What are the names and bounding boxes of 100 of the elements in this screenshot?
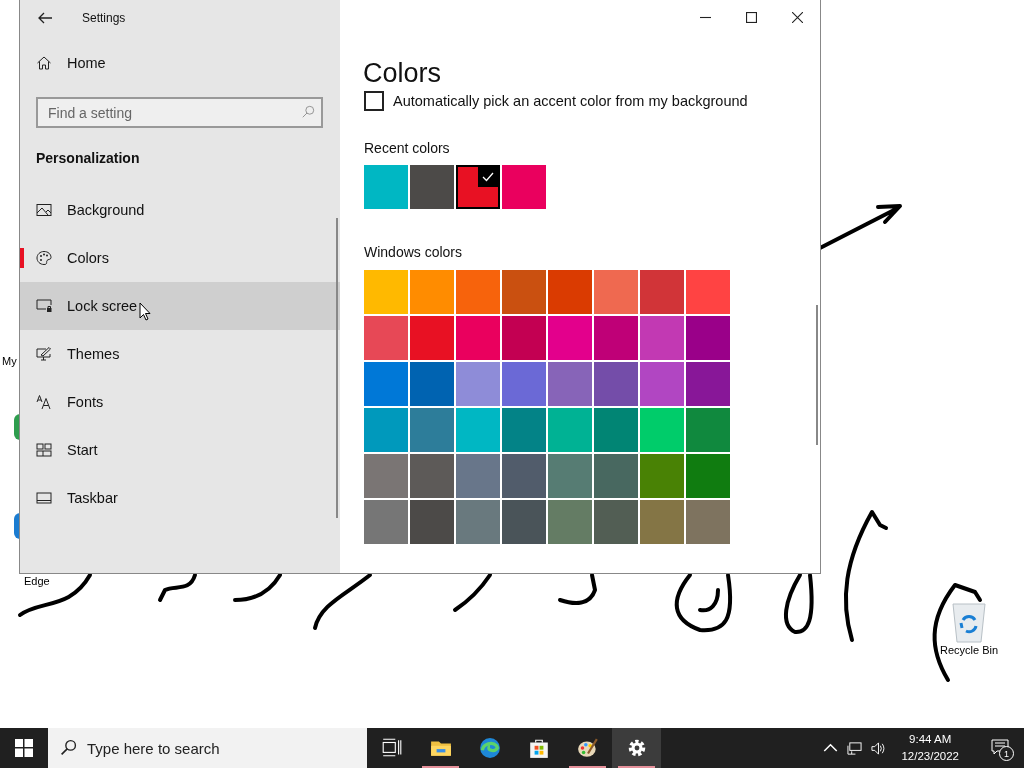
color-swatch[interactable] bbox=[594, 408, 638, 452]
scrollbar[interactable] bbox=[816, 305, 818, 445]
color-swatch[interactable] bbox=[364, 408, 408, 452]
color-swatch[interactable] bbox=[594, 270, 638, 314]
color-swatch[interactable] bbox=[502, 270, 546, 314]
color-swatch[interactable] bbox=[640, 500, 684, 544]
message-icon bbox=[991, 739, 1009, 757]
color-swatch[interactable] bbox=[502, 362, 546, 406]
color-swatch[interactable] bbox=[502, 454, 546, 498]
font-icon bbox=[36, 394, 52, 410]
color-swatch[interactable] bbox=[548, 316, 592, 360]
color-swatch[interactable] bbox=[456, 316, 500, 360]
color-swatch[interactable] bbox=[456, 454, 500, 498]
color-swatch[interactable] bbox=[364, 454, 408, 498]
color-swatch[interactable] bbox=[502, 408, 546, 452]
home-link[interactable]: Home bbox=[20, 39, 340, 87]
desktop-icon-label[interactable]: Recycle Bin bbox=[940, 644, 999, 657]
color-swatch[interactable] bbox=[640, 270, 684, 314]
color-swatch[interactable] bbox=[410, 316, 454, 360]
color-swatch[interactable] bbox=[502, 165, 546, 209]
clock[interactable]: 9:44 AM 12/23/2022 bbox=[895, 731, 965, 765]
monitor-brush-icon bbox=[36, 346, 52, 362]
date-text: 12/23/2022 bbox=[901, 749, 959, 764]
time-text: 9:44 AM bbox=[909, 732, 952, 747]
color-swatch[interactable] bbox=[594, 362, 638, 406]
palette-brush-icon bbox=[576, 737, 599, 759]
color-swatch[interactable] bbox=[548, 500, 592, 544]
running-indicator bbox=[422, 766, 459, 768]
speaker-icon[interactable] bbox=[871, 740, 887, 756]
checkbox[interactable] bbox=[364, 91, 384, 111]
color-swatch[interactable] bbox=[456, 408, 500, 452]
home-icon bbox=[36, 55, 52, 71]
app-icon[interactable] bbox=[14, 513, 20, 539]
close-icon bbox=[791, 11, 803, 23]
color-swatch[interactable] bbox=[686, 270, 730, 314]
color-swatch[interactable] bbox=[548, 362, 592, 406]
color-swatch[interactable] bbox=[548, 408, 592, 452]
color-swatch[interactable] bbox=[456, 270, 500, 314]
window-title: Settings bbox=[82, 10, 126, 25]
checkmark-icon bbox=[478, 167, 498, 187]
color-swatch[interactable] bbox=[456, 362, 500, 406]
color-swatch[interactable] bbox=[594, 500, 638, 544]
sidebar-item[interactable]: Themes bbox=[20, 330, 340, 378]
color-swatch[interactable] bbox=[594, 454, 638, 498]
search-field[interactable]: Find a setting bbox=[36, 97, 323, 128]
color-swatch[interactable] bbox=[502, 500, 546, 544]
color-swatch[interactable] bbox=[594, 316, 638, 360]
color-swatch[interactable] bbox=[686, 362, 730, 406]
color-swatch[interactable] bbox=[456, 165, 500, 209]
color-swatch[interactable] bbox=[410, 362, 454, 406]
color-swatch[interactable] bbox=[640, 362, 684, 406]
sidebar-item[interactable]: Lock scree bbox=[20, 282, 340, 330]
network-icon[interactable] bbox=[847, 740, 863, 756]
sidebar-item[interactable]: Background bbox=[20, 186, 340, 234]
checkbox-label[interactable]: Automatically pick an accent color from my background bbox=[393, 93, 748, 109]
color-swatch[interactable] bbox=[364, 500, 408, 544]
color-swatch[interactable] bbox=[640, 454, 684, 498]
color-swatch[interactable] bbox=[410, 270, 454, 314]
search-icon bbox=[301, 105, 315, 119]
color-swatch[interactable] bbox=[364, 165, 408, 209]
color-swatch[interactable] bbox=[364, 316, 408, 360]
windows-logo-icon bbox=[15, 739, 33, 757]
mouse-cursor-icon bbox=[139, 301, 152, 321]
color-swatch[interactable] bbox=[686, 500, 730, 544]
notification-count: 1 bbox=[999, 746, 1014, 761]
app-icon[interactable] bbox=[14, 414, 20, 440]
taskbar-icon bbox=[36, 490, 52, 506]
browser-icon bbox=[478, 737, 501, 759]
notifications-button[interactable]: 1 bbox=[982, 728, 1018, 768]
color-swatch[interactable] bbox=[364, 362, 408, 406]
sidebar-item[interactable]: Taskbar bbox=[20, 474, 340, 522]
monitor-lock-icon bbox=[36, 298, 52, 314]
palette-icon bbox=[36, 250, 52, 266]
desktop-icon-label[interactable]: Edge bbox=[24, 575, 50, 588]
section-label: Recent colors bbox=[364, 140, 450, 156]
desktop-icon-label[interactable]: My bbox=[2, 355, 17, 368]
color-swatch[interactable] bbox=[364, 270, 408, 314]
color-swatch[interactable] bbox=[640, 316, 684, 360]
sidebar-item[interactable]: Fonts bbox=[20, 378, 340, 426]
color-swatch[interactable] bbox=[410, 165, 454, 209]
section-heading: Personalization bbox=[35, 150, 141, 168]
sidebar-item[interactable]: Start bbox=[20, 426, 340, 474]
color-swatch[interactable] bbox=[548, 454, 592, 498]
color-swatch[interactable] bbox=[548, 270, 592, 314]
page-heading: Colors bbox=[363, 57, 442, 89]
color-swatch[interactable] bbox=[686, 408, 730, 452]
color-swatch[interactable] bbox=[640, 408, 684, 452]
taskbar-app-button[interactable] bbox=[612, 728, 661, 768]
color-swatch[interactable] bbox=[456, 500, 500, 544]
color-swatch[interactable] bbox=[410, 408, 454, 452]
tiles-icon bbox=[36, 442, 52, 458]
color-swatch[interactable] bbox=[410, 500, 454, 544]
running-indicator bbox=[618, 766, 655, 768]
scrollbar[interactable] bbox=[336, 218, 338, 518]
color-swatch[interactable] bbox=[686, 316, 730, 360]
color-swatch[interactable] bbox=[686, 454, 730, 498]
taskbar-search-field[interactable]: Type here to search bbox=[48, 728, 367, 768]
running-indicator bbox=[569, 766, 606, 768]
color-swatch[interactable] bbox=[410, 454, 454, 498]
color-swatch[interactable] bbox=[502, 316, 546, 360]
